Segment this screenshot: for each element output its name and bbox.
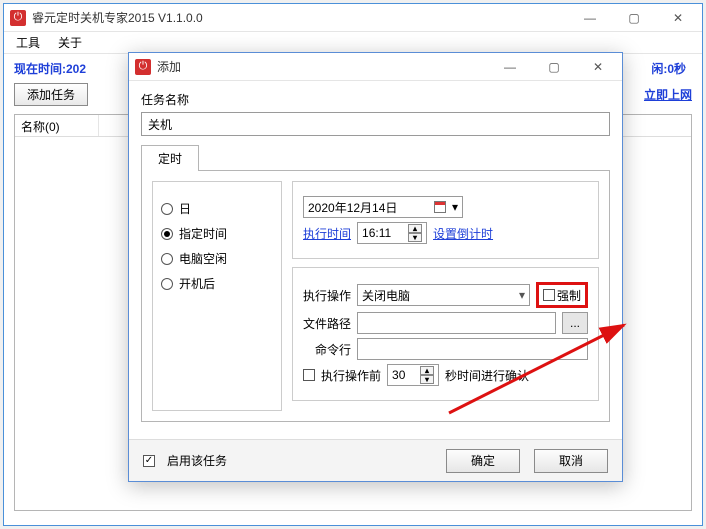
file-path-input[interactable] <box>357 312 556 334</box>
menu-tools[interactable]: 工具 <box>10 33 46 52</box>
force-checkbox[interactable] <box>543 289 555 301</box>
action-select[interactable]: 关闭电脑 <box>357 284 530 306</box>
dialog-maximize-button[interactable]: ▢ <box>532 53 576 81</box>
time-picker[interactable]: 16:11 ▴▾ <box>357 222 427 244</box>
tab-timer[interactable]: 定时 <box>141 145 199 171</box>
schedule-radio-group: 日 指定时间 电脑空闲 开机后 <box>152 181 282 411</box>
radio-after-boot[interactable]: 开机后 <box>161 275 273 292</box>
before-exec-suffix: 秒时间进行确认 <box>445 367 529 384</box>
dialog-power-icon: ⏻ <box>135 59 151 75</box>
set-countdown-link[interactable]: 设置倒计时 <box>433 225 493 242</box>
dialog-minimize-button[interactable]: — <box>488 53 532 81</box>
main-minimize-button[interactable]: — <box>568 4 612 32</box>
enable-task-label: 启用该任务 <box>167 452 227 469</box>
task-name-label: 任务名称 <box>141 91 610 108</box>
radio-idle[interactable]: 电脑空闲 <box>161 250 273 267</box>
browse-button[interactable]: ... <box>562 312 588 334</box>
action-group: 执行操作 关闭电脑 强制 文件路径 ... <box>292 267 599 401</box>
column-name[interactable]: 名称(0) <box>15 115 99 136</box>
now-time-label: 现在时间:202 <box>14 60 86 77</box>
go-online-link[interactable]: 立即上网 <box>644 86 692 103</box>
force-highlight: 强制 <box>536 282 588 308</box>
force-label: 强制 <box>557 287 581 304</box>
date-picker[interactable]: 2020年12月14日 ▾ <box>303 196 463 218</box>
cmdline-input[interactable] <box>357 338 588 360</box>
idle-time-label: 闲:0秒 <box>651 60 686 77</box>
tab-pane: 日 指定时间 电脑空闲 开机后 2020年12月14日 ▾ <box>141 170 610 422</box>
radio-fixed-time[interactable]: 指定时间 <box>161 225 273 242</box>
task-name-input[interactable] <box>141 112 610 136</box>
main-title: 睿元定时关机专家2015 V1.1.0.0 <box>32 9 568 26</box>
exec-action-label: 执行操作 <box>303 287 351 304</box>
app-power-icon: ⏻ <box>10 10 26 26</box>
calendar-icon <box>434 201 446 213</box>
main-close-button[interactable]: ✕ <box>656 4 700 32</box>
add-task-button[interactable]: 添加任务 <box>14 83 88 106</box>
add-dialog: ⏻ 添加 — ▢ ✕ 任务名称 定时 日 指定时间 电脑空闲 开机后 <box>128 52 623 482</box>
exec-time-link[interactable]: 执行时间 <box>303 225 351 242</box>
file-path-label: 文件路径 <box>303 315 351 332</box>
main-maximize-button[interactable]: ▢ <box>612 4 656 32</box>
cancel-button[interactable]: 取消 <box>534 449 608 473</box>
menubar: 工具 关于 <box>4 32 702 54</box>
cmdline-label: 命令行 <box>315 341 351 358</box>
main-titlebar: ⏻ 睿元定时关机专家2015 V1.1.0.0 — ▢ ✕ <box>4 4 702 32</box>
dialog-title: 添加 <box>157 58 488 75</box>
chevron-down-icon: ▾ <box>452 200 458 214</box>
seconds-spinner[interactable]: 30 ▴▾ <box>387 364 439 386</box>
enable-task-checkbox[interactable] <box>143 455 155 467</box>
time-group: 2020年12月14日 ▾ 执行时间 16:11 ▴▾ 设置倒计时 <box>292 181 599 259</box>
before-exec-label: 执行操作前 <box>321 367 381 384</box>
radio-day[interactable]: 日 <box>161 200 273 217</box>
before-exec-checkbox[interactable] <box>303 369 315 381</box>
dialog-close-button[interactable]: ✕ <box>576 53 620 81</box>
menu-about[interactable]: 关于 <box>52 33 88 52</box>
ok-button[interactable]: 确定 <box>446 449 520 473</box>
time-spinner[interactable]: ▴▾ <box>408 224 422 242</box>
